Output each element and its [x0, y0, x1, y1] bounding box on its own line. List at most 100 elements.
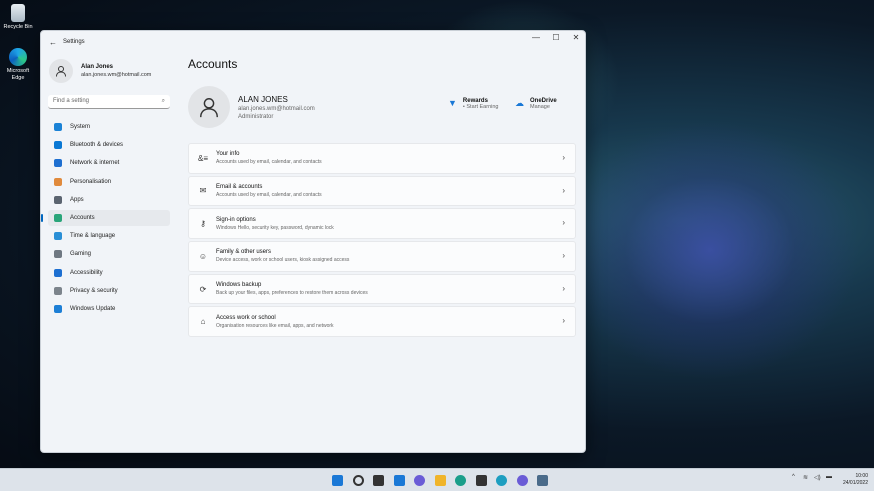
- card-title: Family & other users: [216, 249, 272, 256]
- sidebar-nav: System Bluetooth & devices Network & inter…: [41, 119, 170, 319]
- account-name: ALAN JONES: [238, 94, 288, 104]
- search-placeholder: Find a setting: [53, 98, 90, 104]
- nav-icon: [54, 232, 62, 241]
- back-button[interactable]: ←: [43, 38, 63, 47]
- card-subtitle: Organisation resources like email, apps,…: [216, 322, 334, 329]
- sidebar-item-accounts[interactable]: Accounts: [41, 209, 170, 226]
- mail-icon: ✉: [199, 186, 207, 196]
- sidebar-item-label: System: [70, 124, 91, 130]
- page-title: Accounts: [188, 57, 238, 71]
- family-icon: ☺: [198, 251, 208, 261]
- store-icon[interactable]: [475, 475, 487, 486]
- sidebar-item-accessibility[interactable]: Accessibility: [48, 265, 170, 281]
- sidebar-item-personalisation[interactable]: Personalisation: [48, 174, 170, 190]
- battery-icon[interactable]: ▬: [826, 474, 832, 480]
- widgets-icon[interactable]: [393, 475, 405, 486]
- sidebar-item-windows-update[interactable]: Windows Update: [48, 301, 170, 317]
- sidebar-item-label: Network & internet: [70, 160, 120, 167]
- sidebar-item-label: Accessibility: [70, 269, 103, 276]
- nav-icon: [54, 304, 62, 313]
- rewards-sub: • Start Earning: [462, 104, 499, 110]
- sidebar-item-gaming[interactable]: Gaming: [48, 246, 170, 262]
- desktop-icon-recycle-bin[interactable]: Recycle Bin: [2, 4, 34, 31]
- sidebar-item-privacy-security[interactable]: Privacy & security: [48, 283, 170, 299]
- window-title: Settings: [63, 39, 85, 45]
- sidebar-item-time-language[interactable]: Time & language: [48, 228, 170, 244]
- desktop-icon-edge[interactable]: Microsoft Edge: [2, 48, 34, 82]
- chevron-right-icon: ›: [562, 153, 565, 162]
- volume-icon[interactable]: ◁): [814, 474, 821, 481]
- key-icon: ⚷: [200, 219, 206, 229]
- user-email: alan.jones.wm@hotmail.com: [81, 72, 152, 78]
- chevron-right-icon: ›: [562, 185, 565, 195]
- sidebar-item-apps[interactable]: Apps: [48, 192, 170, 208]
- nav-icon: [54, 159, 62, 168]
- card-windows-backup[interactable]: ⟳ Windows backup Back up your files, apps,…: [188, 273, 576, 305]
- onedrive-sub: Manage: [530, 104, 550, 110]
- card-your-info[interactable]: &≡ Your info Accounts used by email, calen…: [188, 143, 576, 174]
- file-explorer-icon[interactable]: [434, 475, 446, 486]
- card-title: Your info: [216, 151, 240, 158]
- card-sign-in-options[interactable]: ⚷ Sign-in options Windows Hello, security …: [188, 208, 576, 239]
- settings-cards: &≡ Your info Accounts used by email, calen…: [188, 143, 576, 339]
- chevron-right-icon: ›: [562, 251, 565, 261]
- card-title: Sign-in options: [216, 216, 256, 223]
- settings-icon[interactable]: [537, 475, 548, 486]
- sidebar-item-label: Apps: [70, 196, 84, 203]
- wifi-icon[interactable]: ≋: [803, 474, 808, 481]
- card-email-accounts[interactable]: ✉ Email & accounts Accounts used by email,…: [188, 175, 576, 207]
- sidebar-item-label: Personalisation: [70, 178, 112, 185]
- card-title: Access work or school: [216, 314, 276, 321]
- edge-icon: [9, 48, 27, 66]
- briefcase-icon: ⌂: [200, 317, 206, 327]
- chevron-right-icon: ›: [562, 283, 565, 293]
- search-input[interactable]: Find a setting ⌕: [48, 95, 170, 109]
- sidebar-item-label: Privacy & security: [70, 287, 118, 294]
- card-title: Email & accounts: [216, 183, 263, 190]
- backup-icon: ⟳: [199, 284, 207, 294]
- recycle-bin-icon: [11, 4, 25, 22]
- taskbar: ^ ≋ ◁) ▬ 10:00 24/01/2022: [0, 468, 874, 491]
- card-subtitle: Device access, work or school users, kio…: [216, 257, 350, 264]
- avatar: [188, 86, 230, 128]
- sidebar-profile[interactable]: Alan Jones alan.jones.wm@hotmail.com: [49, 59, 151, 83]
- card-access-work-or-school[interactable]: ⌂ Access work or school Organisation resou…: [188, 306, 576, 337]
- chevron-up-icon[interactable]: ^: [792, 474, 795, 480]
- minimize-button[interactable]: —: [526, 33, 546, 42]
- avatar: [49, 59, 73, 83]
- account-email: alan.jones.wm@hotmail.com: [238, 105, 315, 112]
- nav-icon: [54, 268, 62, 277]
- task-view-icon[interactable]: [373, 475, 384, 486]
- app-purple-icon[interactable]: [516, 475, 528, 486]
- rewards-link[interactable]: ▼ Rewards • Start Earning: [448, 98, 498, 110]
- close-button[interactable]: ✕: [566, 33, 585, 42]
- chevron-right-icon: ›: [562, 218, 565, 228]
- start-icon[interactable]: [332, 475, 343, 486]
- card-subtitle: Windows Hello, security key, password, d…: [216, 224, 334, 231]
- chat-icon[interactable]: [414, 475, 425, 486]
- card-subtitle: Back up your files, apps, preferences to…: [216, 290, 368, 296]
- edge-icon[interactable]: [455, 475, 466, 486]
- app-teal-icon[interactable]: [496, 475, 507, 486]
- nav-icon: [54, 195, 62, 204]
- nav-icon: [54, 250, 62, 259]
- sidebar-item-bluetooth-devices[interactable]: Bluetooth & devices: [48, 137, 170, 153]
- maximize-button[interactable]: ☐: [546, 33, 566, 42]
- date: 24/01/2022: [842, 480, 868, 486]
- search-icon: ⌕: [161, 98, 165, 104]
- card-subtitle: Accounts used by email, calendar, and co…: [216, 159, 322, 166]
- sidebar-item-system[interactable]: System: [48, 119, 170, 135]
- clock[interactable]: 10:00 24/01/2022: [843, 473, 868, 487]
- search-icon[interactable]: [352, 475, 364, 486]
- card-family-other-users[interactable]: ☺ Family & other users Device access, work…: [188, 241, 576, 272]
- cloud-icon: ☁: [515, 98, 524, 108]
- nav-icon: [54, 141, 62, 150]
- onedrive-link[interactable]: ☁ OneDrive Manage: [515, 98, 557, 110]
- nav-icon: [54, 213, 62, 222]
- your-info-icon: &≡: [197, 153, 208, 163]
- sidebar-item-label: Bluetooth & devices: [70, 142, 124, 149]
- sidebar-item-label: Gaming: [70, 251, 92, 258]
- sidebar-item-network-internet[interactable]: Network & internet: [48, 155, 170, 171]
- title-bar: ← Settings: [41, 31, 585, 53]
- chevron-right-icon: ›: [562, 316, 565, 326]
